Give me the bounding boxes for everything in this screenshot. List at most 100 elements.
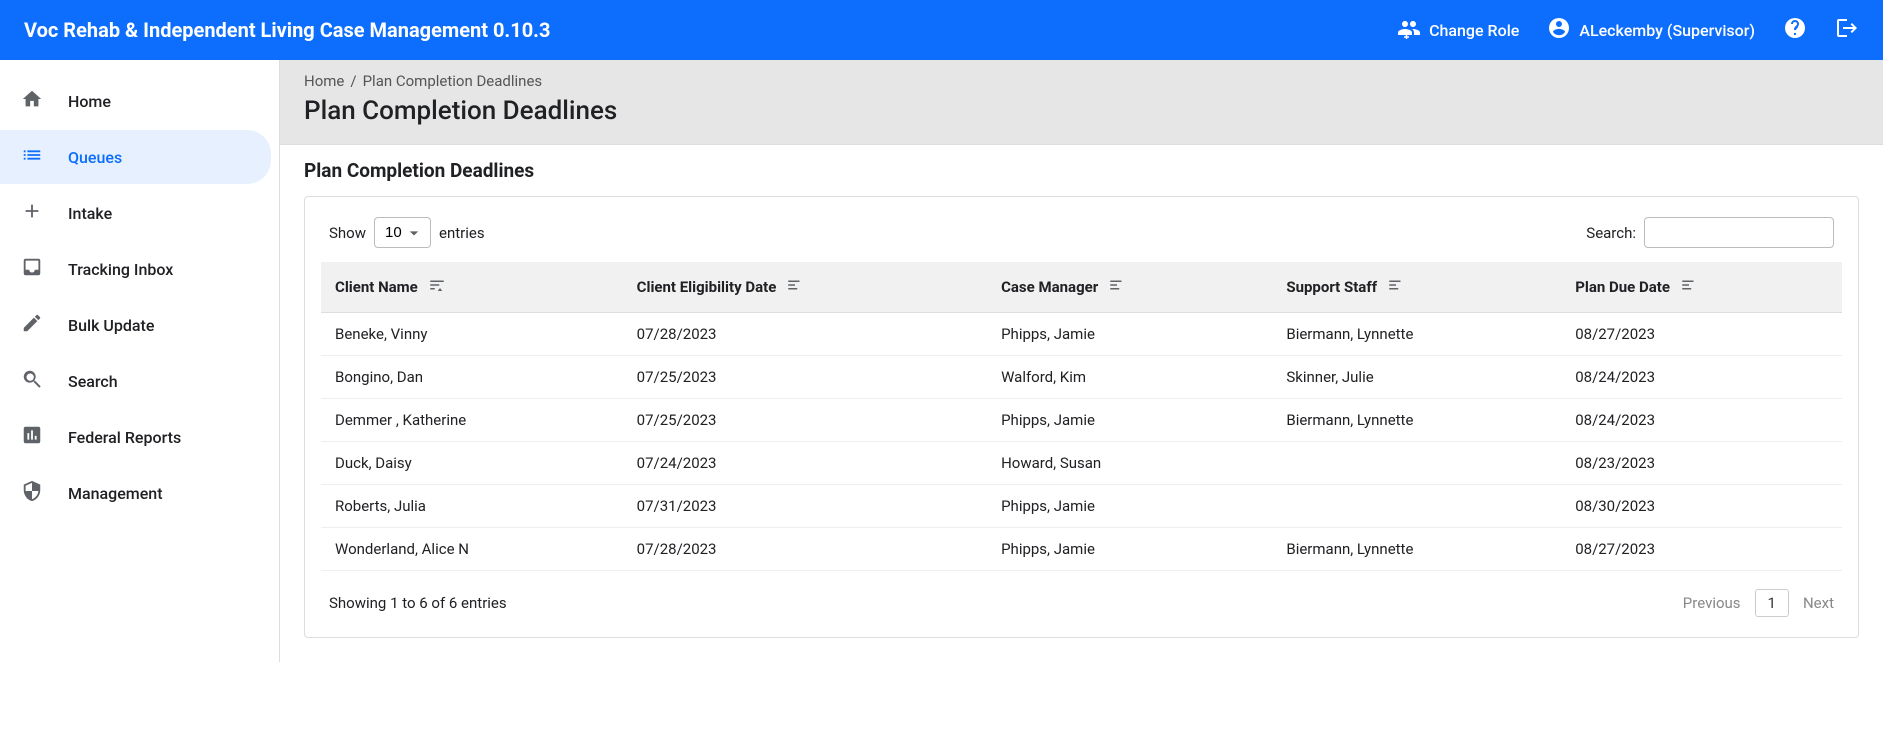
- user-menu[interactable]: ALeckemby (Supervisor): [1547, 16, 1755, 44]
- table-cell: Walford, Kim: [987, 356, 1272, 399]
- sidebar-item-tracking-inbox[interactable]: Tracking Inbox: [0, 242, 271, 296]
- panel-title: Plan Completion Deadlines: [280, 145, 1883, 196]
- table-cell: 08/24/2023: [1561, 356, 1842, 399]
- table-cell: 07/24/2023: [623, 442, 987, 485]
- sort-icon: [1108, 276, 1126, 298]
- search-control: Search:: [1586, 217, 1834, 248]
- table-cell: Phipps, Jamie: [987, 399, 1272, 442]
- header-actions: Change Role ALeckemby (Supervisor): [1397, 16, 1859, 44]
- pager: Previous 1 Next: [1683, 589, 1834, 617]
- breadcrumb-home-link[interactable]: Home: [304, 72, 344, 90]
- table-cell: Biermann, Lynnette: [1272, 528, 1561, 571]
- plus-icon: [20, 200, 44, 226]
- data-card: Show 10 entries Search:: [304, 196, 1859, 638]
- next-button[interactable]: Next: [1803, 594, 1834, 612]
- sort-icon: [786, 276, 804, 298]
- table-cell: Phipps, Jamie: [987, 528, 1272, 571]
- breadcrumb: Home / Plan Completion Deadlines: [304, 72, 1859, 90]
- main-content: Home / Plan Completion Deadlines Plan Co…: [280, 60, 1883, 662]
- table-cell: 07/25/2023: [623, 356, 987, 399]
- sidebar-item-home[interactable]: Home: [0, 74, 271, 128]
- sidebar-item-label: Tracking Inbox: [68, 260, 173, 279]
- table-cell: [1272, 442, 1561, 485]
- user-display: ALeckemby (Supervisor): [1579, 21, 1755, 40]
- table-cell: Howard, Susan: [987, 442, 1272, 485]
- table-cell: 08/24/2023: [1561, 399, 1842, 442]
- table-cell: 07/28/2023: [623, 528, 987, 571]
- table-cell: 08/27/2023: [1561, 313, 1842, 356]
- sidebar-item-intake[interactable]: Intake: [0, 186, 271, 240]
- show-entries-control: Show 10 entries: [329, 217, 485, 248]
- help-button[interactable]: [1783, 16, 1807, 44]
- change-role-button[interactable]: Change Role: [1397, 16, 1519, 44]
- breadcrumb-current: Plan Completion Deadlines: [363, 72, 543, 90]
- edit-icon: [20, 312, 44, 338]
- help-icon: [1783, 16, 1807, 44]
- table-cell: Demmer , Katherine: [321, 399, 623, 442]
- search-input[interactable]: [1644, 217, 1834, 248]
- sidebar-item-queues[interactable]: Queues: [0, 130, 271, 184]
- table-cell: 08/30/2023: [1561, 485, 1842, 528]
- page-number[interactable]: 1: [1755, 589, 1789, 617]
- table-body: Beneke, Vinny07/28/2023Phipps, JamieBier…: [321, 313, 1842, 571]
- col-eligibility-date[interactable]: Client Eligibility Date: [623, 262, 987, 313]
- shield-icon: [20, 480, 44, 506]
- sidebar-item-label: Intake: [68, 204, 112, 223]
- table-cell: 07/25/2023: [623, 399, 987, 442]
- sidebar-item-search[interactable]: Search: [0, 354, 271, 408]
- table-cell: Bongino, Dan: [321, 356, 623, 399]
- table-top-controls: Show 10 entries Search:: [321, 217, 1842, 248]
- logout-button[interactable]: [1835, 16, 1859, 44]
- table-row[interactable]: Beneke, Vinny07/28/2023Phipps, JamieBier…: [321, 313, 1842, 356]
- sidebar-item-label: Bulk Update: [68, 316, 154, 335]
- show-label-post: entries: [439, 224, 485, 242]
- sidebar-item-label: Federal Reports: [68, 428, 181, 447]
- table-cell: 07/28/2023: [623, 313, 987, 356]
- breadcrumb-bar: Home / Plan Completion Deadlines Plan Co…: [280, 60, 1883, 145]
- table-cell: Phipps, Jamie: [987, 313, 1272, 356]
- table-cell: Phipps, Jamie: [987, 485, 1272, 528]
- page-title: Plan Completion Deadlines: [304, 96, 1859, 126]
- table-cell: Beneke, Vinny: [321, 313, 623, 356]
- app-header: Voc Rehab & Independent Living Case Mana…: [0, 0, 1883, 60]
- table-row[interactable]: Bongino, Dan07/25/2023Walford, KimSkinne…: [321, 356, 1842, 399]
- sort-asc-icon: [428, 276, 446, 298]
- table-cell: 08/23/2023: [1561, 442, 1842, 485]
- table-row[interactable]: Duck, Daisy07/24/2023Howard, Susan 08/23/…: [321, 442, 1842, 485]
- main-layout: Home Queues Intake Tracking Inbox Bulk U…: [0, 60, 1883, 662]
- table-row[interactable]: Wonderland, Alice N07/28/2023Phipps, Jam…: [321, 528, 1842, 571]
- sidebar-item-bulk-update[interactable]: Bulk Update: [0, 298, 271, 352]
- sidebar-item-label: Search: [68, 372, 118, 391]
- table-row[interactable]: Roberts, Julia07/31/2023Phipps, Jamie08/…: [321, 485, 1842, 528]
- table-row[interactable]: Demmer , Katherine07/25/2023Phipps, Jami…: [321, 399, 1842, 442]
- app-title: Voc Rehab & Independent Living Case Mana…: [24, 18, 550, 42]
- sidebar: Home Queues Intake Tracking Inbox Bulk U…: [0, 60, 280, 662]
- show-label-pre: Show: [329, 224, 366, 242]
- table-cell: Skinner, Julie: [1272, 356, 1561, 399]
- panel: Plan Completion Deadlines Show 10 entrie…: [280, 145, 1883, 638]
- deadlines-table: Client Name Client Eligibility Date: [321, 262, 1842, 571]
- sidebar-item-label: Home: [68, 92, 111, 111]
- sort-icon: [1387, 276, 1405, 298]
- search-label: Search:: [1586, 224, 1636, 242]
- col-plan-due-date[interactable]: Plan Due Date: [1561, 262, 1842, 313]
- entries-select[interactable]: 10: [374, 217, 431, 248]
- home-icon: [20, 88, 44, 114]
- search-icon: [20, 368, 44, 394]
- col-case-manager[interactable]: Case Manager: [987, 262, 1272, 313]
- table-cell: 07/31/2023: [623, 485, 987, 528]
- sidebar-item-management[interactable]: Management: [0, 466, 271, 520]
- sort-icon: [1680, 276, 1698, 298]
- col-client-name[interactable]: Client Name: [321, 262, 623, 313]
- col-support-staff[interactable]: Support Staff: [1272, 262, 1561, 313]
- table-cell: Duck, Daisy: [321, 442, 623, 485]
- sidebar-item-federal-reports[interactable]: Federal Reports: [0, 410, 271, 464]
- logout-icon: [1835, 16, 1859, 44]
- table-cell: Wonderland, Alice N: [321, 528, 623, 571]
- table-header-row: Client Name Client Eligibility Date: [321, 262, 1842, 313]
- sidebar-item-label: Management: [68, 484, 163, 503]
- prev-button[interactable]: Previous: [1683, 594, 1741, 612]
- table-cell: [1272, 485, 1561, 528]
- table-info: Showing 1 to 6 of 6 entries: [329, 594, 507, 612]
- people-icon: [1397, 16, 1421, 44]
